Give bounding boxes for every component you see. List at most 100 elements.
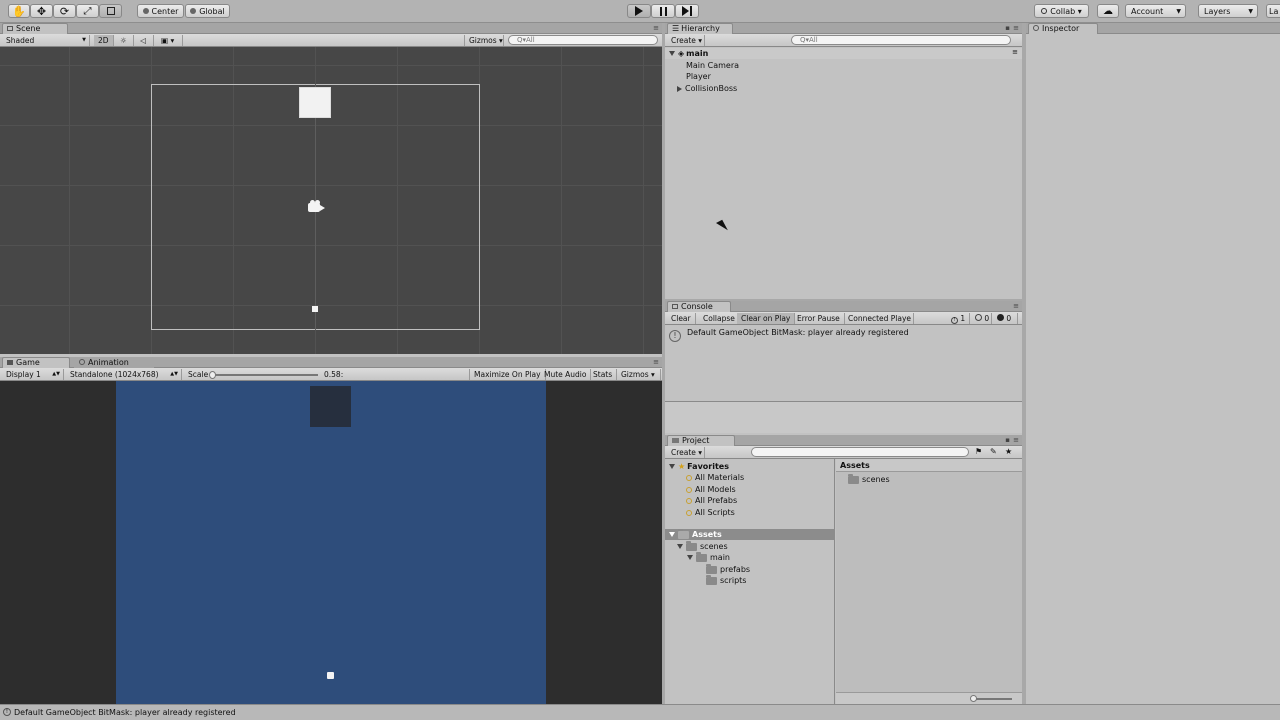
assets-header-row[interactable]: Assets xyxy=(665,528,835,540)
expand-arrow-icon[interactable] xyxy=(677,85,682,92)
expand-arrow-icon[interactable] xyxy=(669,464,675,469)
favorites-header[interactable]: ★ Favorites xyxy=(669,461,729,472)
status-bar[interactable]: ! Default GameObject BitMask: player alr… xyxy=(0,704,1280,720)
tree-folder-main[interactable]: main xyxy=(687,551,730,563)
filter-label-icon[interactable]: ✎ xyxy=(990,447,997,456)
mute-audio-toggle[interactable]: Mute Audio xyxy=(540,369,592,380)
step-button[interactable] xyxy=(675,4,699,18)
effects-dropdown[interactable]: ▣ ▾ xyxy=(157,35,183,46)
rect-tool-button[interactable] xyxy=(99,4,122,18)
play-button[interactable] xyxy=(627,4,651,18)
tree-folder-prefabs[interactable]: prefabs xyxy=(706,563,750,575)
stats-toggle[interactable]: Stats xyxy=(589,369,618,380)
panel-menu-icon[interactable]: ≡ xyxy=(1013,302,1019,310)
tab-project[interactable]: Project xyxy=(667,435,735,446)
panel-menu-icon[interactable]: ≡ xyxy=(653,358,659,366)
console-clear-button[interactable]: Clear xyxy=(667,313,696,324)
tree-folder-scripts[interactable]: scripts xyxy=(706,574,746,586)
chevron-updown-icon: ▲▼ xyxy=(52,371,60,377)
game-gizmos-dropdown[interactable]: Gizmos ▾ xyxy=(617,369,661,380)
console-collapse-toggle[interactable]: Collapse xyxy=(699,313,740,324)
boss-sprite[interactable] xyxy=(299,87,331,118)
console-toolbar: Clear Collapse Clear on Play Error Pause… xyxy=(665,312,1022,325)
project-search-input[interactable] xyxy=(751,447,969,457)
console-detail-area[interactable] xyxy=(665,401,1022,433)
hierarchy-item-main-camera[interactable]: Main Camera xyxy=(686,60,739,71)
console-warning-count[interactable]: 0 xyxy=(971,313,992,324)
tab-hierarchy[interactable]: ☰ Hierarchy xyxy=(667,23,733,34)
tab-console[interactable]: Console xyxy=(667,301,731,312)
favorite-star-icon[interactable]: ★ xyxy=(1005,447,1012,456)
console-connected-player-dropdown[interactable]: Connected Playe ▾ xyxy=(844,313,914,324)
favorite-all-models[interactable]: All Models xyxy=(686,484,736,495)
player-sprite[interactable] xyxy=(312,306,318,312)
hierarchy-create-dropdown[interactable]: Create ▾ xyxy=(667,35,705,46)
tab-game[interactable]: Game xyxy=(2,357,70,368)
icon-size-slider-handle[interactable] xyxy=(970,695,977,702)
gizmos-dropdown[interactable]: Gizmos ▾ xyxy=(464,35,504,46)
console-clear-on-play-toggle[interactable]: Clear on Play xyxy=(737,313,796,324)
game-toolbar: Display 1 ▲▼ Standalone (1024x768) ▲▼ Sc… xyxy=(0,368,662,381)
row-menu-icon[interactable]: ≡ xyxy=(1012,48,1018,56)
console-log-count[interactable]: ! 1 xyxy=(947,313,970,324)
asset-item-scenes[interactable]: scenes xyxy=(848,473,890,485)
icon-size-slider[interactable] xyxy=(972,698,1012,700)
scale-slider[interactable] xyxy=(212,374,318,376)
scale-slider-handle[interactable] xyxy=(209,371,216,379)
scale-tool-button[interactable]: ⤢ xyxy=(76,4,99,18)
collab-dropdown[interactable]: Collab ▾ xyxy=(1034,4,1089,18)
tab-scene[interactable]: Scene xyxy=(2,23,68,34)
rect-tool-icon xyxy=(106,7,115,15)
move-tool-button[interactable]: ✥ xyxy=(30,4,53,18)
shading-dropdown[interactable]: Shaded ▼ xyxy=(2,35,90,46)
tree-folder-scenes[interactable]: scenes xyxy=(677,540,728,552)
hierarchy-item-collisionboss[interactable]: CollisionBoss xyxy=(677,83,737,94)
account-dropdown[interactable]: Account ▼ xyxy=(1125,4,1186,18)
tab-inspector[interactable]: Inspector xyxy=(1028,23,1098,34)
expand-arrow-icon[interactable] xyxy=(669,532,675,537)
camera-gizmo-icon[interactable] xyxy=(305,200,325,214)
hierarchy-item-player[interactable]: Player xyxy=(686,71,711,82)
chevron-down-icon: ▼ xyxy=(82,37,86,43)
cloud-button[interactable]: ☁ xyxy=(1097,4,1119,18)
layout-dropdown[interactable]: La xyxy=(1266,4,1280,18)
chevron-down-icon: ▼ xyxy=(1176,7,1181,15)
console-error-count[interactable]: 0 xyxy=(993,313,1018,324)
tab-animation[interactable]: Animation xyxy=(74,357,154,368)
panel-menu-icon[interactable]: ≡ xyxy=(1013,24,1019,32)
game-viewport[interactable] xyxy=(0,381,662,704)
rotate-tool-button[interactable]: ⟳ xyxy=(53,4,76,18)
maximize-on-play-toggle[interactable]: Maximize On Play xyxy=(469,369,546,380)
filter-type-icon[interactable]: ⚑ xyxy=(975,447,982,456)
scene-viewport[interactable] xyxy=(0,47,662,354)
project-create-dropdown[interactable]: Create ▾ xyxy=(667,447,705,458)
expand-arrow-icon[interactable] xyxy=(677,544,683,549)
space-toggle[interactable]: Global xyxy=(185,4,230,18)
hierarchy-scene-row[interactable]: ◈ main ≡ xyxy=(665,48,1022,59)
favorite-all-prefabs[interactable]: All Prefabs xyxy=(686,495,737,506)
panel-menu-icon[interactable]: ≡ xyxy=(1013,436,1019,444)
audio-toggle[interactable]: ◁ xyxy=(136,35,154,46)
display-dropdown[interactable]: Display 1 ▲▼ xyxy=(2,369,64,380)
console-log-entry[interactable]: ! Default GameObject BitMask: player alr… xyxy=(665,326,1022,346)
favorite-all-scripts[interactable]: All Scripts xyxy=(686,507,735,518)
chevron-down-icon: ▼ xyxy=(1248,7,1253,15)
layers-dropdown[interactable]: Layers ▼ xyxy=(1198,4,1258,18)
pivot-toggle[interactable]: Center xyxy=(137,4,184,18)
hierarchy-search-input[interactable]: Q▾All xyxy=(791,35,1011,45)
favorite-all-materials[interactable]: All Materials xyxy=(686,472,744,483)
lock-icon[interactable]: ▪ xyxy=(1005,436,1010,444)
console-error-pause-toggle[interactable]: Error Pause xyxy=(793,313,845,324)
lighting-toggle[interactable]: ☼ xyxy=(116,35,134,46)
hand-tool-button[interactable]: ✋ xyxy=(8,4,30,18)
panel-menu-icon[interactable]: ≡ xyxy=(653,24,659,32)
mode-2d-toggle[interactable]: 2D xyxy=(94,35,114,46)
warning-icon xyxy=(975,314,982,321)
resolution-dropdown[interactable]: Standalone (1024x768) ▲▼ xyxy=(66,369,182,380)
pause-button[interactable] xyxy=(651,4,675,18)
scene-search-input[interactable]: Q▾All xyxy=(508,35,658,45)
unity-scene-icon: ◈ xyxy=(678,49,685,58)
expand-arrow-icon[interactable] xyxy=(687,555,693,560)
lock-icon[interactable]: ▪ xyxy=(1005,24,1010,32)
expand-arrow-icon[interactable] xyxy=(669,51,675,56)
